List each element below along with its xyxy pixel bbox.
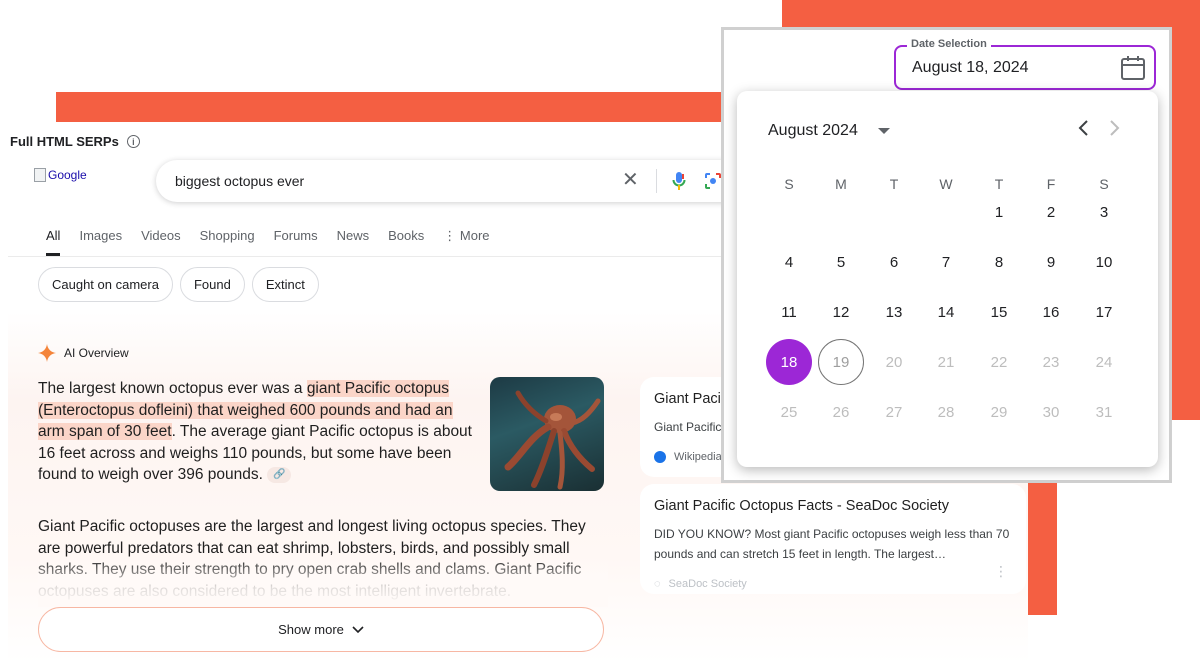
calendar-day[interactable]: 14 [923, 289, 969, 335]
calendar-day[interactable]: 12 [818, 289, 864, 335]
logo-alt-text: Google [48, 168, 87, 182]
calendar-day[interactable]: 7 [923, 239, 969, 285]
card-source: ◌ SeaDoc Society [654, 578, 1012, 590]
chevron-left-icon[interactable] [1077, 119, 1091, 137]
calendar-day[interactable]: 3 [1081, 189, 1127, 235]
chevron-right-icon[interactable] [1107, 119, 1121, 137]
weekday-header: T [889, 176, 899, 192]
ai-overview-label: AI Overview [64, 346, 129, 360]
serp-heading: Full HTML SERPs i [10, 134, 140, 149]
tab-videos[interactable]: Videos [141, 228, 181, 256]
broken-image-icon [34, 168, 46, 182]
calendar-day[interactable]: 2 [1028, 189, 1074, 235]
calendar-day: 31 [1095, 403, 1113, 421]
calendar-icon[interactable] [1120, 55, 1146, 81]
date-field-value[interactable]: August 18, 2024 [912, 59, 1029, 77]
calendar-day: 24 [1095, 353, 1113, 371]
tab-all[interactable]: All [46, 228, 61, 256]
card-title[interactable]: Giant Pacific Octopus Facts - SeaDoc Soc… [654, 498, 1012, 514]
calendar-day: 26 [832, 403, 850, 421]
weekday-header: W [939, 176, 953, 192]
calendar-day[interactable]: 15 [976, 289, 1022, 335]
mic-icon[interactable] [671, 171, 687, 191]
calendar-day[interactable]: 16 [1028, 289, 1074, 335]
google-logo[interactable]: Google [34, 168, 87, 182]
search-tabs: All Images Videos Shopping Forums News B… [46, 228, 509, 256]
globe-icon [654, 451, 666, 463]
ai-overview-paragraph-1: The largest known octopus ever was a gia… [38, 378, 483, 486]
calendar-day[interactable]: 17 [1081, 289, 1127, 335]
calendar-day[interactable]: 19 [818, 339, 864, 385]
month-selector[interactable]: August 2024 [768, 122, 890, 140]
chip-extinct[interactable]: Extinct [251, 267, 319, 302]
serp-title: Full HTML SERPs [10, 134, 119, 149]
card-snippet: DID YOU KNOW? Most giant Pacific octopus… [654, 527, 1010, 561]
chip-found[interactable]: Found [179, 267, 245, 302]
decor-bar [56, 92, 726, 122]
decor-strip [1027, 470, 1057, 615]
octopus-image[interactable] [490, 377, 604, 491]
seadoc-logo-icon: ◌ [654, 578, 661, 590]
search-box[interactable]: biggest octopus ever ✕ [156, 160, 756, 202]
show-more-label: Show more [278, 622, 344, 637]
dropdown-arrow-icon[interactable] [877, 128, 890, 134]
ai-text: The largest known octopus ever was a [38, 380, 307, 397]
calendar-day[interactable]: 13 [871, 289, 917, 335]
tab-news[interactable]: News [337, 228, 370, 256]
chip-caught-on-camera[interactable]: Caught on camera [38, 267, 173, 302]
info-icon[interactable]: i [126, 135, 140, 148]
calendar-day: 23 [1042, 353, 1060, 371]
tab-more[interactable]: ⋮ More [443, 228, 489, 256]
date-field[interactable]: Date Selection August 18, 2024 [894, 38, 1156, 90]
refinement-chips: Caught on camera Found Extinct [38, 267, 319, 302]
calendar-day: 20 [885, 353, 903, 371]
calendar-day[interactable]: 8 [976, 239, 1022, 285]
calendar-day[interactable]: 5 [818, 239, 864, 285]
calendar-day: 21 [937, 353, 955, 371]
tab-books[interactable]: Books [388, 228, 424, 256]
chevron-down-icon [352, 625, 364, 633]
tab-shopping[interactable]: Shopping [200, 228, 255, 256]
tab-images[interactable]: Images [79, 228, 122, 256]
calendar-day[interactable]: 10 [1081, 239, 1127, 285]
card-source-name: SeaDoc Society [668, 578, 747, 590]
calendar-popup: August 2024 S M T W T F S 1 2 3 4 5 6 7 8 9 10 11 12 13 14 15… [737, 91, 1158, 467]
date-field-label: Date Selection [907, 38, 991, 50]
calendar-day: 28 [937, 403, 955, 421]
octopus-illustration [504, 390, 601, 490]
weekday-header: M [835, 176, 847, 192]
calendar-day[interactable]: 4 [766, 239, 812, 285]
search-input[interactable]: biggest octopus ever [175, 173, 304, 189]
calendar-day: 22 [990, 353, 1008, 371]
ai-text: Giant Pacific octopuses are the largest … [38, 518, 548, 535]
close-icon[interactable]: ✕ [622, 170, 639, 190]
ai-overview-header: AI Overview [38, 344, 129, 362]
text-fade-overlay [38, 557, 608, 607]
tabs-divider [8, 256, 728, 257]
calendar-day[interactable]: 18 [766, 339, 812, 385]
link-icon[interactable]: 🔗 [267, 466, 292, 483]
tab-forums[interactable]: Forums [274, 228, 318, 256]
calendar-day: 27 [885, 403, 903, 421]
calendar-day: 29 [990, 403, 1008, 421]
sparkle-icon [38, 344, 56, 362]
search-divider [656, 169, 657, 193]
date-picker-frame: Date Selection August 18, 2024 August 20… [721, 27, 1172, 483]
calendar-day: 30 [1042, 403, 1060, 421]
show-more-button[interactable]: Show more [38, 607, 604, 652]
calendar-day[interactable]: 11 [766, 289, 812, 335]
source-card[interactable]: Giant Pacific Octopus Facts - SeaDoc Soc… [640, 484, 1026, 594]
weekday-header: S [784, 176, 794, 192]
calendar-day: 25 [780, 403, 798, 421]
more-options-icon[interactable]: ⋮ [994, 563, 1008, 580]
lens-icon[interactable] [704, 172, 722, 190]
calendar-day[interactable]: 1 [976, 189, 1022, 235]
month-label[interactable]: August 2024 [768, 122, 858, 140]
calendar-day[interactable]: 9 [1028, 239, 1074, 285]
card-source-name: Wikipedia [674, 451, 722, 463]
calendar-day[interactable]: 6 [871, 239, 917, 285]
